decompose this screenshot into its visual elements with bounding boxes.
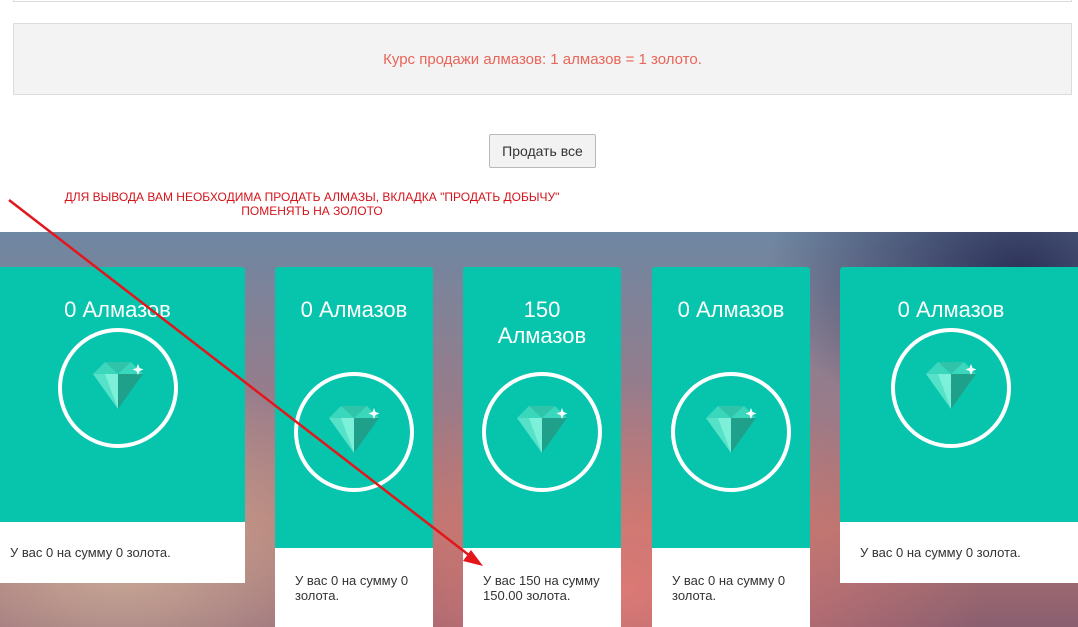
diamond-card-title: 0 Алмазов xyxy=(677,297,785,322)
diamond-icon xyxy=(671,372,791,492)
diamond-card-footer: У вас 0 на сумму 0 золота. xyxy=(275,548,433,627)
diamond-card-title: 0 Алмазов xyxy=(897,297,1005,322)
diamond-card-footer: У вас 150 на сумму 150.00 золота. xyxy=(463,548,621,627)
sell-rate-panel: Курс продажи алмазов: 1 алмазов = 1 золо… xyxy=(13,23,1072,95)
diamond-card-summary: У вас 150 на сумму 150.00 золота. xyxy=(483,572,600,603)
diamond-card-title: 0 Алмазов xyxy=(300,297,408,322)
sell-rate-text: Курс продажи алмазов: 1 алмазов = 1 золо… xyxy=(383,50,702,68)
diamond-card-3: 150 Алмазов У вас 150 на сумму 150.00 зо… xyxy=(463,267,621,627)
sell-all-button[interactable]: Продать все xyxy=(489,134,596,168)
diamond-icon xyxy=(57,328,178,448)
diamond-card-4: 0 Алмазов У вас 0 на сумму 0 золота. xyxy=(652,267,810,627)
annotation-line-1: ДЛЯ ВЫВОДА ВАМ НЕОБХОДИМА ПРОДАТЬ АЛМАЗЫ… xyxy=(64,190,560,204)
diamond-card-5: 0 Алмазов У вас 0 на сумму 0 золота. xyxy=(840,267,1078,583)
diamond-icon xyxy=(891,328,1011,448)
diamond-icon xyxy=(294,372,414,492)
diamond-card-summary: У вас 0 на сумму 0 золота. xyxy=(295,572,409,603)
diamonds-section: 0 Алмазов У вас 0 на сумму 0 золота. 0 А… xyxy=(0,232,1078,627)
annotation-note: ДЛЯ ВЫВОДА ВАМ НЕОБХОДИМА ПРОДАТЬ АЛМАЗЫ… xyxy=(12,190,612,218)
diamond-card-footer: У вас 0 на сумму 0 золота. xyxy=(652,548,810,627)
diamond-card-summary: У вас 0 на сумму 0 золота. xyxy=(860,545,1021,560)
annotation-line-2: ПОМЕНЯТЬ НА ЗОЛОТО xyxy=(241,204,383,218)
diamond-icon xyxy=(482,372,602,492)
top-panel-edge xyxy=(13,0,1072,2)
diamond-card-summary: У вас 0 на сумму 0 золота. xyxy=(672,572,786,603)
diamond-card-title: 0 Алмазов xyxy=(64,297,171,322)
diamond-card-footer: У вас 0 на сумму 0 золота. xyxy=(0,522,245,583)
diamond-card-1: 0 Алмазов У вас 0 на сумму 0 золота. xyxy=(0,267,245,583)
diamond-card-footer: У вас 0 на сумму 0 золота. xyxy=(840,522,1078,583)
diamond-card-summary: У вас 0 на сумму 0 золота. xyxy=(10,545,171,560)
diamond-card-title: 150 Алмазов xyxy=(497,297,587,348)
diamond-card-2: 0 Алмазов У вас 0 на сумму 0 золота. xyxy=(275,267,433,627)
